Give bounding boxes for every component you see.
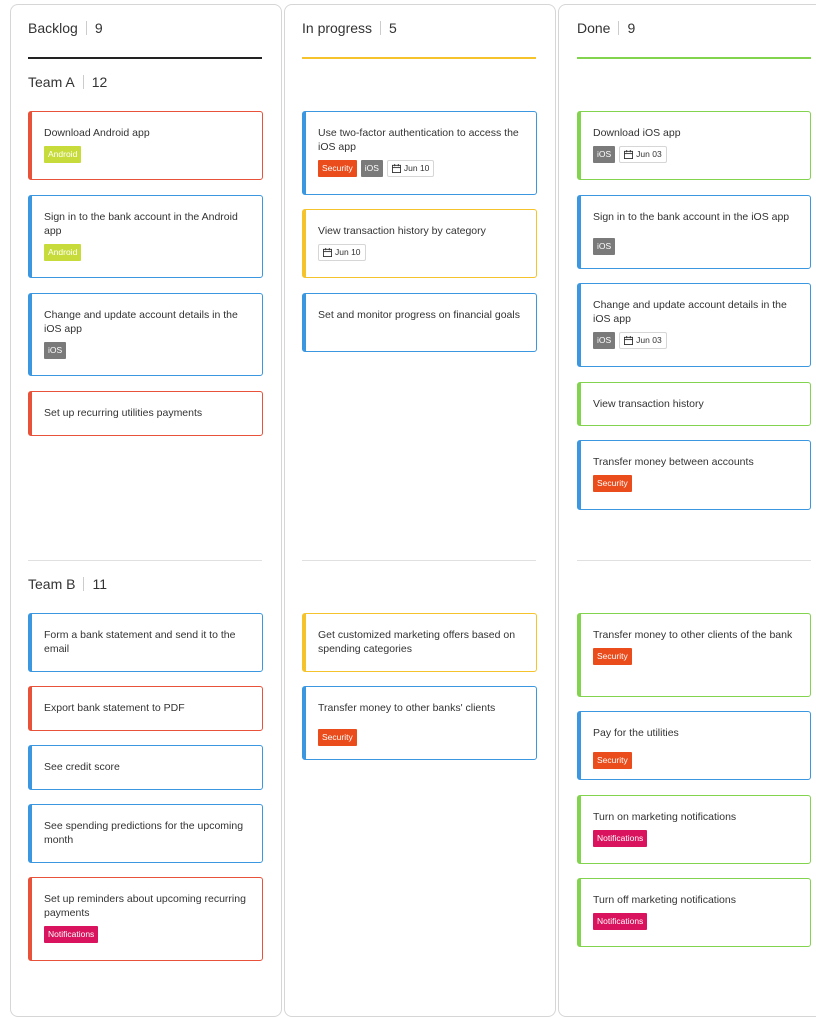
- task-card[interactable]: Change and update account details in the…: [28, 293, 263, 376]
- task-card[interactable]: Set up recurring utilities payments: [28, 391, 263, 436]
- column-count: 9: [627, 20, 636, 36]
- column-underline-backlog: [28, 57, 262, 59]
- task-title: Turn off marketing notifications: [593, 894, 736, 906]
- task-card[interactable]: Change and update account details in the…: [577, 283, 811, 367]
- header-separator: [618, 21, 620, 35]
- task-card[interactable]: Turn off marketing notifications Notific…: [577, 878, 811, 947]
- tag-security: Security: [318, 729, 357, 746]
- due-date: Jun 03: [619, 332, 667, 349]
- task-card[interactable]: Sign in to the bank account in the iOS a…: [577, 195, 811, 269]
- tag-security: Security: [593, 648, 632, 665]
- lane-title: Team A: [28, 74, 75, 90]
- column-header-in-progress[interactable]: In progress 5: [302, 20, 397, 36]
- due-date: Jun 03: [619, 146, 667, 163]
- calendar-icon: [391, 164, 401, 173]
- task-card[interactable]: Form a bank statement and send it to the…: [28, 613, 263, 672]
- task-title: View transaction history: [593, 398, 704, 410]
- task-card[interactable]: Sign in to the bank account in the Andro…: [28, 195, 263, 278]
- column-header-backlog[interactable]: Backlog 9: [28, 20, 103, 36]
- tag-security: Security: [593, 475, 632, 492]
- column-count: 9: [94, 20, 103, 36]
- column-underline-done: [577, 57, 811, 59]
- header-separator: [82, 75, 84, 89]
- column-count: 5: [389, 20, 397, 36]
- task-title: Set up reminders about upcoming recurrin…: [44, 893, 246, 919]
- lane-header-team-b[interactable]: Team B 11: [28, 576, 107, 592]
- calendar-icon: [624, 150, 634, 159]
- task-card[interactable]: Download iOS app iOS Jun 03: [577, 111, 811, 180]
- task-title: Form a bank statement and send it to the…: [44, 629, 236, 655]
- lane-divider: [28, 560, 262, 561]
- tag-ios: iOS: [593, 238, 616, 255]
- tag-security: Security: [593, 752, 632, 769]
- task-card[interactable]: View transaction history by category Jun…: [302, 209, 537, 278]
- header-separator: [85, 21, 87, 35]
- task-title: See spending predictions for the upcomin…: [44, 820, 244, 846]
- task-card[interactable]: Turn on marketing notifications Notifica…: [577, 795, 811, 864]
- task-title: Turn on marketing notifications: [593, 811, 737, 823]
- task-title: Transfer money to other banks' clients: [318, 702, 496, 714]
- lane-count: 12: [91, 74, 108, 90]
- lane-divider: [302, 560, 536, 561]
- due-date-text: Jun 03: [636, 149, 662, 159]
- calendar-icon: [624, 336, 634, 345]
- column-header-done[interactable]: Done 9: [577, 20, 635, 36]
- due-date: Jun 10: [386, 160, 435, 177]
- due-date-text: Jun 10: [335, 247, 361, 257]
- task-card[interactable]: Transfer money to other clients of the b…: [577, 613, 811, 697]
- task-card[interactable]: Transfer money to other banks' clients S…: [302, 686, 537, 760]
- column-title: Done: [577, 20, 611, 36]
- task-title: Transfer money to other clients of the b…: [593, 629, 793, 641]
- tag-ios: iOS: [593, 146, 616, 163]
- task-card[interactable]: See spending predictions for the upcomin…: [28, 804, 263, 863]
- tag-security: Security: [318, 160, 357, 177]
- tag-android: Android: [44, 244, 82, 261]
- task-title: Download iOS app: [593, 127, 681, 139]
- task-card[interactable]: Download Android app Android: [28, 111, 263, 180]
- task-card[interactable]: Use two-factor authentication to access …: [302, 111, 537, 195]
- tag-notifications: Notifications: [593, 830, 648, 847]
- calendar-icon: [323, 248, 332, 257]
- task-card[interactable]: Pay for the utilities Security: [577, 711, 811, 780]
- task-title: Sign in to the bank account in the iOS a…: [593, 211, 790, 223]
- task-card[interactable]: Get customized marketing offers based on…: [302, 613, 537, 672]
- tag-ios: iOS: [44, 342, 67, 359]
- header-separator: [83, 577, 85, 591]
- task-card[interactable]: Set up reminders about upcoming recurrin…: [28, 877, 263, 961]
- task-title: Set and monitor progress on financial go…: [318, 309, 520, 321]
- tag-notifications: Notifications: [44, 926, 99, 943]
- task-title: Download Android app: [44, 127, 150, 139]
- tag-android: Android: [44, 146, 82, 163]
- lane-header-team-a[interactable]: Team A 12: [28, 74, 107, 90]
- task-title: Use two-factor authentication to access …: [318, 127, 519, 153]
- task-title: Get customized marketing offers based on…: [318, 629, 516, 655]
- lane-count: 11: [92, 576, 108, 592]
- task-card[interactable]: See credit score: [28, 745, 263, 790]
- column-title: Backlog: [28, 20, 78, 36]
- due-date-text: Jun 03: [636, 335, 662, 345]
- tag-ios: iOS: [360, 160, 383, 177]
- task-title: Transfer money between accounts: [593, 456, 754, 468]
- task-card[interactable]: Transfer money between accounts Security: [577, 440, 811, 510]
- task-card[interactable]: Set and monitor progress on financial go…: [302, 293, 537, 352]
- task-title: Change and update account details in the…: [44, 309, 238, 335]
- tag-ios: iOS: [593, 332, 616, 349]
- task-title: Pay for the utilities: [593, 727, 679, 739]
- header-separator: [380, 21, 382, 35]
- column-title: In progress: [302, 20, 373, 36]
- task-title: See credit score: [44, 761, 120, 773]
- due-date: Jun 10: [318, 244, 366, 261]
- task-title: Sign in to the bank account in the Andro…: [44, 211, 238, 237]
- task-title: Set up recurring utilities payments: [44, 407, 203, 419]
- task-title: Change and update account details in the…: [593, 299, 787, 325]
- due-date-text: Jun 10: [403, 163, 430, 173]
- task-title: View transaction history by category: [318, 225, 486, 237]
- task-card[interactable]: Export bank statement to PDF: [28, 686, 263, 731]
- lane-divider: [577, 560, 811, 561]
- task-title: Export bank statement to PDF: [44, 702, 185, 714]
- task-card[interactable]: View transaction history: [577, 382, 811, 426]
- column-underline-in-progress: [302, 57, 536, 59]
- lane-title: Team B: [28, 576, 76, 592]
- tag-notifications: Notifications: [593, 913, 648, 930]
